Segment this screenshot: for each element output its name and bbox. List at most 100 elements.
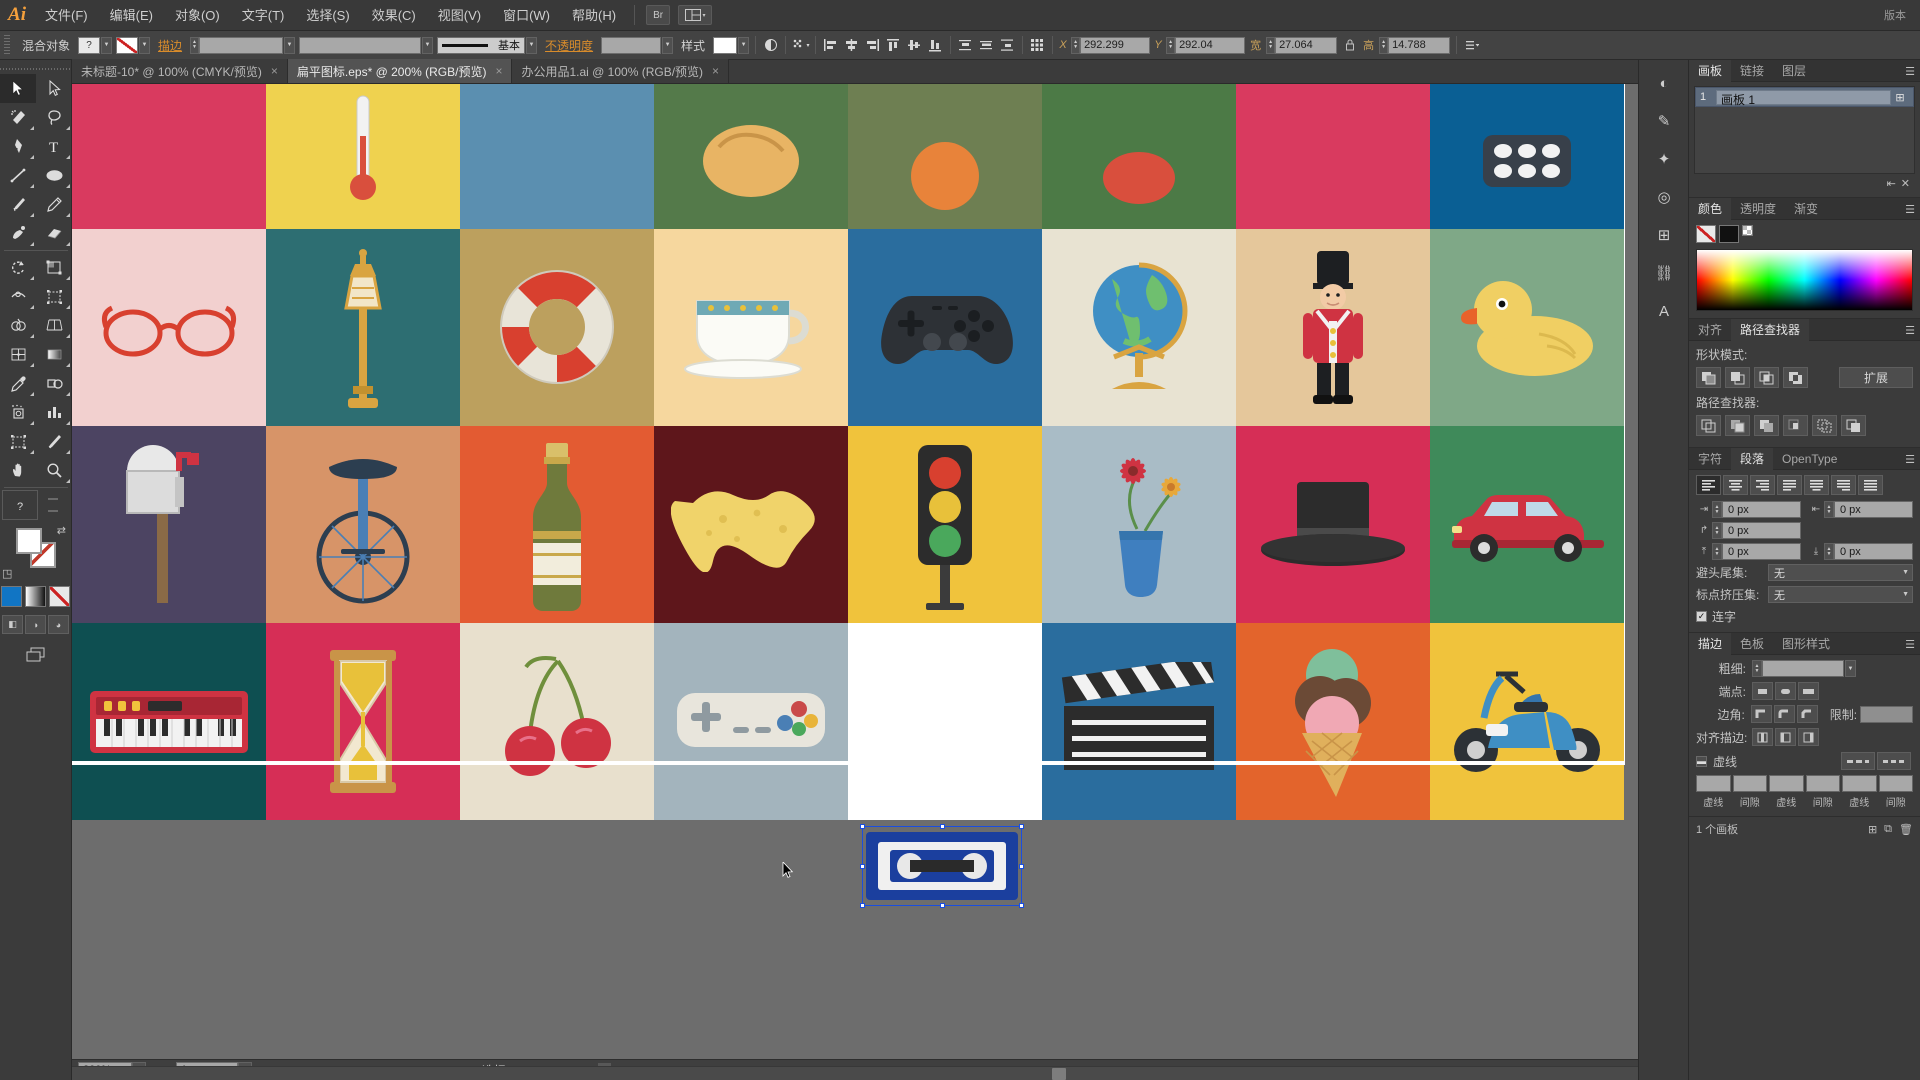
cell-row0-col7[interactable] — [1430, 84, 1624, 229]
transform-effects-icon[interactable]: ▾ — [791, 35, 810, 55]
cell-row0-col0[interactable] — [72, 84, 266, 229]
column-graph-tool[interactable] — [36, 398, 72, 427]
cell-scooter[interactable] — [1430, 623, 1624, 820]
brush-dropdown-icon[interactable]: ▼ — [526, 36, 538, 54]
align-stroke-inside-icon[interactable] — [1775, 728, 1796, 746]
tab-opentype[interactable]: OpenType — [1773, 448, 1846, 470]
character-styles-icon[interactable]: A — [1639, 292, 1689, 330]
cell-lifebuoy[interactable] — [460, 229, 654, 426]
align-top-icon[interactable] — [884, 35, 903, 55]
brush-definition-control[interactable]: 基本 ▼ — [437, 36, 538, 54]
merge-icon[interactable] — [1754, 415, 1779, 436]
hyphenate-row[interactable]: ✓ 连字 — [1696, 608, 1913, 625]
gap-3-input[interactable] — [1878, 775, 1913, 792]
tab-gradient[interactable]: 渐变 — [1785, 198, 1827, 220]
width-control[interactable]: ▲ ▼ 27.064 — [1266, 36, 1338, 54]
right-indent-value[interactable]: 0 px — [1834, 501, 1913, 518]
delete-icon[interactable]: 🗑 — [1899, 823, 1913, 836]
default-fill-stroke-icon[interactable]: ◳ — [2, 567, 12, 580]
tab-character[interactable]: 字符 — [1689, 448, 1731, 470]
edit-toolbar-icon[interactable]: ? — [2, 490, 38, 520]
dash-preserve-exact-icon[interactable] — [1841, 752, 1875, 770]
first-line-indent-spinner[interactable]: ▲ ▼ — [1712, 522, 1722, 539]
align-right-icon[interactable] — [863, 35, 882, 55]
fill-swatch[interactable]: ? — [78, 36, 101, 54]
tab-pathfinder[interactable]: 路径查找器 — [1731, 318, 1810, 341]
space-before-field[interactable]: ⤒ ▲ ▼ 0 px — [1696, 543, 1801, 560]
drawing-mode-behind-icon[interactable]: ◑ — [25, 615, 46, 634]
hyphenate-checkbox[interactable]: ✓ — [1696, 611, 1707, 622]
x-spinner[interactable]: ▲ ▼ — [1071, 36, 1081, 54]
menu-help[interactable]: 帮助(H) — [561, 0, 627, 31]
stroke-weight-control[interactable]: ▲ ▼ ▼ — [190, 36, 296, 54]
paintbrush-tool[interactable] — [0, 190, 36, 219]
artboard-list[interactable]: 1 画板 1 ⊞ — [1694, 86, 1915, 174]
stroke-weight-dropdown-icon[interactable]: ▼ — [284, 36, 296, 54]
height-spinner[interactable]: ▲ ▼ — [1379, 36, 1389, 54]
width-tool[interactable] — [0, 282, 36, 311]
magic-wand-tool[interactable] — [0, 103, 36, 132]
first-line-indent-value[interactable]: 0 px — [1722, 522, 1801, 539]
new-artboard-icon[interactable]: ⊞ — [1868, 823, 1877, 836]
align-stroke-center-icon[interactable] — [1752, 728, 1773, 746]
stroke-weight-spinner[interactable]: ▲ ▼ — [190, 36, 200, 54]
eraser-tool[interactable] — [36, 219, 72, 248]
handle-tl[interactable] — [860, 824, 865, 829]
artboard-delete-icon[interactable]: ✕ — [1901, 177, 1910, 190]
left-indent-spinner[interactable]: ▲ ▼ — [1712, 501, 1722, 518]
blob-brush-tool[interactable] — [0, 219, 36, 248]
cell-row0-col5[interactable] — [1042, 84, 1236, 229]
style-swatch[interactable] — [713, 36, 738, 54]
color-guide-icon[interactable]: ◐ — [1639, 64, 1689, 102]
links-panel-icon[interactable]: ⛓ — [1639, 254, 1689, 292]
cell-row0-col4[interactable] — [848, 84, 1042, 229]
scale-tool[interactable] — [36, 253, 72, 282]
dash-1-input[interactable] — [1696, 775, 1731, 792]
align-center-h-icon[interactable] — [842, 35, 861, 55]
x-input[interactable]: 292.299 — [1080, 36, 1151, 54]
expand-button[interactable]: 扩展 — [1839, 367, 1913, 388]
weight-spinner[interactable]: ▲ ▼ — [1752, 660, 1762, 677]
fill-color-swatch[interactable] — [16, 528, 42, 554]
x-position-control[interactable]: ▲ ▼ 292.299 — [1071, 36, 1151, 54]
gap-1-input[interactable] — [1732, 775, 1767, 792]
color-mode-color-icon[interactable] — [1, 586, 22, 607]
tab-artboards[interactable]: 画板 — [1689, 59, 1732, 82]
miter-join-icon[interactable] — [1750, 705, 1772, 723]
dash-adjust-icon[interactable] — [1877, 752, 1911, 770]
pen-tool[interactable] — [0, 132, 36, 161]
eyedropper-tool[interactable] — [0, 369, 36, 398]
width-spinner[interactable]: ▲ ▼ — [1266, 36, 1276, 54]
artboard-name[interactable]: 画板 1 — [1716, 89, 1891, 107]
opacity-dropdown-icon[interactable]: ▼ — [662, 36, 674, 54]
panel-menu-icon[interactable]: ☰ — [1905, 65, 1915, 78]
space-after-spinner[interactable]: ▲ ▼ — [1824, 543, 1834, 560]
align-bottom-icon[interactable] — [926, 35, 945, 55]
tab-stroke[interactable]: 描边 — [1689, 632, 1732, 655]
justify-last-center-icon[interactable] — [1804, 475, 1829, 495]
round-cap-icon[interactable] — [1775, 682, 1796, 700]
color-mode-gradient-icon[interactable] — [25, 586, 46, 607]
lasso-tool[interactable] — [36, 103, 72, 132]
drawing-mode-inside-icon[interactable]: ◕ — [48, 615, 69, 634]
mesh-tool[interactable] — [0, 340, 36, 369]
control-bar-grip[interactable] — [4, 35, 10, 55]
unite-icon[interactable] — [1696, 367, 1721, 388]
y-spinner[interactable]: ▲ ▼ — [1166, 36, 1176, 54]
close-icon[interactable]: × — [495, 64, 502, 78]
stroke-weight-input[interactable] — [199, 36, 284, 54]
opacity-input[interactable] — [601, 36, 662, 54]
cell-keyboard-synth[interactable] — [72, 623, 266, 820]
cell-row0-col2[interactable] — [460, 84, 654, 229]
document-tab-1[interactable]: 未标题-10* @ 100% (CMYK/预览) × — [72, 59, 288, 83]
cell-champagne[interactable] — [460, 426, 654, 623]
artboard-options-icon[interactable]: ⊞ — [1891, 91, 1909, 104]
tab-color[interactable]: 颜色 — [1689, 197, 1732, 220]
stroke-weight-label[interactable]: 描边 — [152, 37, 188, 54]
space-before-value[interactable]: 0 px — [1722, 543, 1801, 560]
cell-row0-col3[interactable] — [654, 84, 848, 229]
selected-object-vhs[interactable] — [860, 824, 1024, 908]
outline-icon[interactable] — [1812, 415, 1837, 436]
height-control[interactable]: ▲ ▼ 14.788 — [1379, 36, 1451, 54]
projecting-cap-icon[interactable] — [1798, 682, 1819, 700]
